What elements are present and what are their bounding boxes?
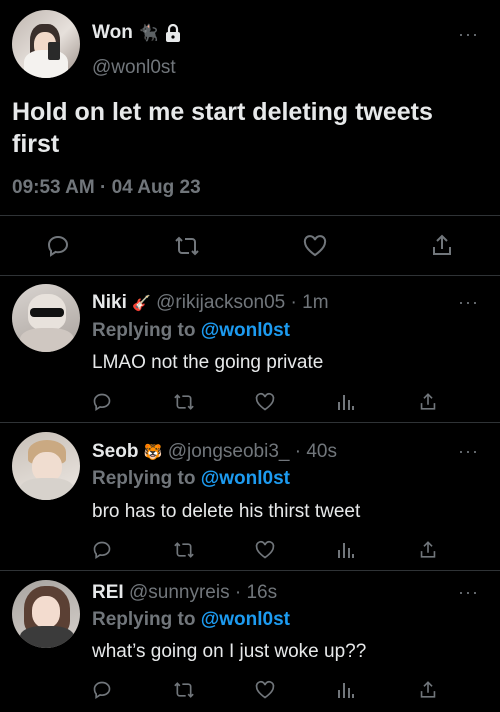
cat-emoji: 🐈‍⬛ [138,25,159,42]
display-name[interactable]: Niki [92,292,127,313]
like-icon[interactable] [254,540,276,560]
reply-text: what’s going on I just woke up?? [92,641,367,662]
replying-to-handle[interactable]: @wonl0st [201,468,290,489]
replying-to-handle[interactable]: @wonl0st [201,609,290,630]
retweet-icon[interactable] [173,540,195,560]
tiger-emoji: 🐯 [143,444,163,461]
display-name[interactable]: Won [92,22,133,44]
reply-icon[interactable] [46,234,70,258]
display-name[interactable]: Seob [92,441,138,462]
avatar[interactable] [12,580,80,648]
share-icon[interactable] [418,539,438,560]
avatar[interactable] [12,432,80,500]
retweet-icon[interactable] [174,234,200,258]
reply-text: LMAO not the going private [92,352,324,373]
views-icon[interactable] [337,681,355,699]
avatar[interactable] [12,10,80,78]
more-icon[interactable]: ··· [458,441,479,462]
reply-time: · 40s [294,441,337,462]
reply-time: · 16s [234,582,278,603]
share-icon[interactable] [418,679,438,700]
handle[interactable]: @wonl0st [92,57,176,79]
reply-text: bro has to delete his thirst tweet [92,501,361,522]
share-icon[interactable] [418,391,438,412]
lock-icon [165,24,181,42]
like-icon[interactable] [254,392,276,412]
timestamp[interactable]: 09:53 AM · 04 Aug 23 [12,177,201,199]
reply-icon[interactable] [92,680,112,700]
reply-icon[interactable] [92,392,112,412]
more-icon[interactable]: ··· [458,24,479,45]
replying-to-handle[interactable]: @wonl0st [201,320,290,341]
avatar[interactable] [12,284,80,352]
replying-to-label: Replying to [92,320,196,341]
handle[interactable]: @sunnyreis [129,582,230,603]
retweet-icon[interactable] [173,392,195,412]
more-icon[interactable]: ··· [458,292,479,313]
display-name[interactable]: REI [92,582,124,603]
replying-to-label: Replying to [92,609,196,630]
replying-to-label: Replying to [92,468,196,489]
retweet-icon[interactable] [173,680,195,700]
reply-time: · 1m [290,292,329,313]
views-icon[interactable] [337,393,355,411]
views-icon[interactable] [337,541,355,559]
share-icon[interactable] [430,232,454,258]
like-icon[interactable] [254,680,276,700]
tweet-text: Hold on let me start deleting tweets fir… [12,98,433,158]
handle[interactable]: @jongseobi3_ [168,441,290,462]
like-icon[interactable] [302,234,328,258]
reply-icon[interactable] [92,540,112,560]
guitar-emoji: 🎸 [132,295,151,312]
more-icon[interactable]: ··· [458,582,479,603]
handle[interactable]: @rikijackson05 [156,292,285,313]
